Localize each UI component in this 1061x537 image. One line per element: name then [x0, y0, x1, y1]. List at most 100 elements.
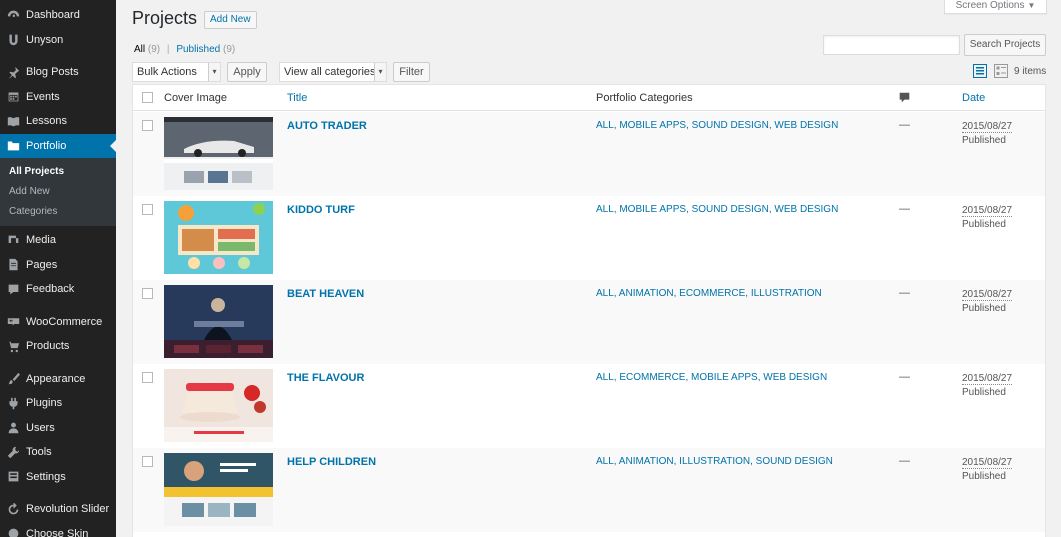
brush-icon	[6, 372, 20, 386]
project-categories: ALL, ANIMATION, ECOMMERCE, ILLUSTRATION	[596, 288, 822, 299]
submenu-categories[interactable]: Categories	[0, 202, 116, 222]
table-header: Cover Image Title Portfolio Categories D…	[133, 85, 1045, 111]
cover-image-the-flavour[interactable]	[164, 369, 273, 442]
date-value: 2015/08/27	[962, 121, 1013, 133]
sidebar-item-label: Pages	[26, 258, 58, 271]
row-checkbox[interactable]	[142, 372, 153, 383]
sidebar-item-users[interactable]: Users	[0, 416, 116, 441]
sidebar-item-label: Feedback	[26, 283, 75, 296]
category-links[interactable]: ALL, ANIMATION, ILLUSTRATION, SOUND DESI…	[596, 456, 833, 467]
category-filter-select[interactable]: View all categories ▾	[279, 62, 387, 82]
filter-separator: |	[166, 44, 170, 55]
sidebar-item-woocommerce[interactable]: WooCommerce	[0, 310, 116, 335]
project-title-link[interactable]: HELP CHILDREN	[287, 456, 376, 468]
sidebar-item-revolution-slider[interactable]: Revolution Slider	[0, 497, 116, 522]
sidebar-item-appearance[interactable]: Appearance	[0, 367, 116, 392]
sidebar-item-label: Unyson	[26, 33, 64, 46]
add-new-button[interactable]: Add New	[204, 11, 257, 29]
column-title-sort[interactable]: Title	[287, 92, 307, 104]
sidebar-item-unyson[interactable]: Unyson	[0, 28, 116, 53]
cover-image-help-children[interactable]	[164, 453, 273, 526]
list-view-icon[interactable]	[973, 64, 987, 78]
screen-options-toggle[interactable]: Screen Options ▼	[944, 0, 1047, 14]
sidebar-item-portfolio[interactable]: Portfolio	[0, 133, 116, 158]
project-date: 2015/08/27 Published	[962, 372, 1013, 400]
excerpt-view-icon[interactable]	[994, 64, 1008, 78]
cover-image-kiddo-turf[interactable]	[164, 201, 273, 274]
status-text: Published	[962, 387, 1006, 398]
sidebar-item-plugins[interactable]: Plugins	[0, 391, 116, 416]
column-date-sort[interactable]: Date	[962, 92, 985, 104]
chevron-down-icon: ▾	[374, 63, 386, 81]
sidebar-item-blog-posts[interactable]: Blog Posts	[0, 60, 116, 85]
project-title-link[interactable]: AUTO TRADER	[287, 120, 367, 132]
sidebar-item-label: Blog Posts	[26, 66, 79, 79]
sidebar-item-label: Revolution Slider	[26, 503, 110, 516]
sidebar-item-tools[interactable]: Tools	[0, 440, 116, 465]
sidebar-item-label: Settings	[26, 470, 66, 483]
submenu-add-new[interactable]: Add New	[0, 182, 116, 202]
row-checkbox[interactable]	[142, 120, 153, 131]
cart-icon	[6, 339, 20, 353]
sidebar-item-media[interactable]: Media	[0, 228, 116, 253]
category-links[interactable]: ALL, ANIMATION, ECOMMERCE, ILLUSTRATION	[596, 288, 822, 299]
project-title-link[interactable]: KIDDO TURF	[287, 204, 355, 216]
category-links[interactable]: ALL, MOBILE APPS, SOUND DESIGN, WEB DESI…	[596, 120, 838, 131]
apply-button[interactable]: Apply	[227, 62, 267, 82]
sidebar-item-label: Tools	[26, 446, 52, 459]
filter-all-count: (9)	[147, 44, 161, 55]
sidebar-item-dashboard[interactable]: Dashboard	[0, 3, 116, 28]
column-cover-image: Cover Image	[164, 92, 227, 104]
status-text: Published	[962, 219, 1006, 230]
calendar-icon	[6, 90, 20, 104]
project-title-link[interactable]: THE FLAVOUR	[287, 372, 364, 384]
column-portfolio-categories: Portfolio Categories	[596, 92, 693, 104]
row-checkbox[interactable]	[142, 456, 153, 467]
filter-all-link[interactable]: All	[134, 44, 145, 55]
pin-icon	[6, 65, 20, 79]
filter-published-link[interactable]: Published	[176, 44, 220, 55]
select-all-checkbox[interactable]	[142, 92, 153, 103]
filter-button[interactable]: Filter	[393, 62, 430, 82]
table-row: AUTO TRADER ALL, MOBILE APPS, SOUND DESI…	[133, 112, 1045, 196]
row-checkbox[interactable]	[142, 204, 153, 215]
sidebar-item-feedback[interactable]: Feedback	[0, 277, 116, 302]
sidebar-item-label: Choose Skin	[26, 527, 89, 537]
projects-table: Cover Image Title Portfolio Categories D…	[132, 84, 1046, 537]
sidebar-item-events[interactable]: Events	[0, 85, 116, 110]
category-links[interactable]: ALL, ECOMMERCE, MOBILE APPS, WEB DESIGN	[596, 372, 827, 383]
sidebar-item-lessons[interactable]: Lessons	[0, 109, 116, 134]
status-filter-links: All (9) | Published (9)	[134, 44, 235, 55]
table-row: BEAT HEAVEN ALL, ANIMATION, ECOMMERCE, I…	[133, 280, 1045, 364]
unyson-icon	[6, 33, 20, 47]
sidebar-item-settings[interactable]: Settings	[0, 465, 116, 490]
project-categories: ALL, ANIMATION, ILLUSTRATION, SOUND DESI…	[596, 456, 833, 467]
status-text: Published	[962, 471, 1006, 482]
admin-sidebar: Dashboard Unyson Blog Posts Events Lesso…	[0, 0, 116, 537]
project-title-link[interactable]: BEAT HEAVEN	[287, 288, 364, 300]
comments-column-icon[interactable]	[899, 92, 910, 103]
sidebar-item-label: Media	[26, 234, 56, 247]
sidebar-item-products[interactable]: Products	[0, 334, 116, 359]
sidebar-item-label: Lessons	[26, 115, 67, 128]
cover-image-beat-heaven[interactable]	[164, 285, 273, 358]
skin-icon	[6, 527, 20, 537]
settings-icon	[6, 470, 20, 484]
folder-icon	[6, 139, 20, 153]
sidebar-item-pages[interactable]: Pages	[0, 253, 116, 278]
items-count: 9 items	[1014, 66, 1047, 77]
search-projects-button[interactable]: Search Projects	[964, 34, 1046, 56]
category-links[interactable]: ALL, MOBILE APPS, SOUND DESIGN, WEB DESI…	[596, 204, 838, 215]
project-date: 2015/08/27 Published	[962, 456, 1013, 484]
portfolio-submenu: All Projects Add New Categories	[0, 158, 116, 226]
refresh-icon	[6, 502, 20, 516]
project-categories: ALL, MOBILE APPS, SOUND DESIGN, WEB DESI…	[596, 120, 838, 131]
comment-count: —	[899, 455, 910, 467]
search-projects-input[interactable]	[823, 35, 960, 55]
cover-image-auto-trader[interactable]	[164, 117, 273, 190]
row-checkbox[interactable]	[142, 288, 153, 299]
submenu-all-projects[interactable]: All Projects	[0, 162, 116, 182]
date-value: 2015/08/27	[962, 373, 1013, 385]
sidebar-item-choose-skin[interactable]: Choose Skin	[0, 522, 116, 537]
bulk-actions-select[interactable]: Bulk Actions ▾	[132, 62, 221, 82]
